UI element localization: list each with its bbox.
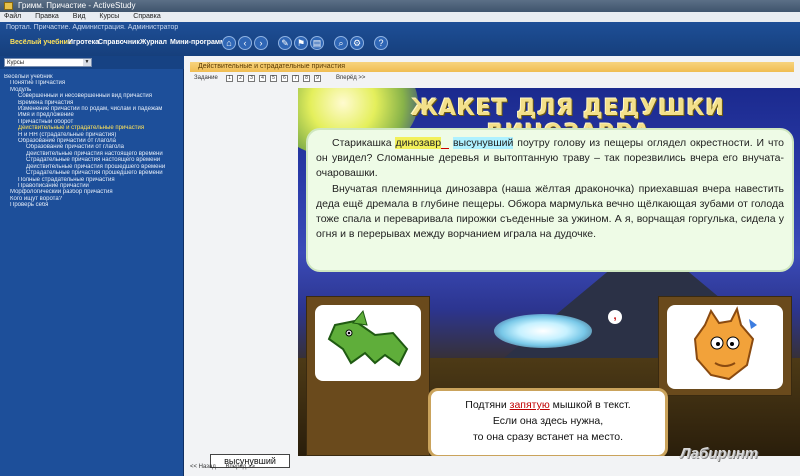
title-bar: Гримм. Причастие - ActiveStudy — [0, 0, 800, 12]
task-page-button[interactable]: 7 — [292, 75, 299, 82]
highlight-participle: высунувший — [452, 137, 514, 149]
forward-icon[interactable]: › — [254, 36, 268, 50]
tab-mini-program[interactable]: Мини-программа — [170, 39, 229, 46]
magic-glow — [494, 314, 592, 348]
dino-picture-box — [658, 296, 792, 396]
highlight-comma-word: запятую — [509, 399, 550, 411]
menu-bar: Файл Правка Вид Курсы Справка — [0, 12, 800, 22]
instruction-line-3: то она сразу встанет на место. — [472, 431, 624, 443]
text-run: Подтяни — [465, 399, 510, 411]
task-page-button[interactable]: 4 — [259, 75, 266, 82]
sidebar: Курсы ▼ Весёлый учебник Понятие Причасти… — [0, 56, 184, 476]
paragraph-1: Старикашка динозавр высунувший поутру го… — [316, 136, 784, 182]
task-page-button[interactable]: 6 — [281, 75, 288, 82]
course-select[interactable]: Курсы ▼ — [4, 58, 92, 67]
exercise-stage: ЖАКЕТ ДЛЯ ДЕДУШКИ ДИНОЗАВРА Старикашка д… — [298, 88, 800, 456]
sidebar-header: Курсы ▼ — [0, 56, 184, 69]
chevron-down-icon[interactable]: ▼ — [83, 59, 91, 66]
exercise-text: Старикашка динозавр высунувший поутру го… — [306, 128, 794, 272]
home-icon[interactable]: ⌂ — [222, 36, 236, 50]
bottom-nav: << Назад Вперёд >> — [190, 462, 310, 472]
task-page-button[interactable]: 3 — [248, 75, 255, 82]
watermark-logo: Лабиринт — [680, 445, 759, 462]
help-icon[interactable]: ? — [374, 36, 388, 50]
course-select-value: Курсы — [7, 60, 25, 66]
draggable-comma[interactable]: , — [608, 310, 622, 324]
bookmark-icon[interactable]: ⚑ — [294, 36, 308, 50]
tree-item[interactable]: Страдательные причастия прошедшего време… — [4, 170, 182, 176]
instruction-line-1: Подтяни запятую мышкой в текст. — [431, 397, 665, 413]
next-task-link[interactable]: Вперёд >> — [336, 74, 365, 83]
tab-reference[interactable]: Справочник — [98, 39, 140, 46]
back-icon[interactable]: ‹ — [238, 36, 252, 50]
tab-games[interactable]: Игротека — [68, 39, 99, 46]
text-run: мышкой в текст. — [549, 399, 631, 411]
next-link[interactable]: Вперёд >> — [226, 464, 255, 470]
content-panel: Действительные и страдательные причастия… — [184, 56, 800, 476]
instruction-line-2: Если она здесь нужна, — [492, 415, 604, 427]
settings-icon[interactable]: ⚙ — [350, 36, 364, 50]
menu-item-help[interactable]: Справка — [133, 13, 160, 20]
tree-item[interactable]: Проверь себя — [4, 202, 182, 208]
search-icon[interactable]: ⌕ — [334, 36, 348, 50]
task-page-button[interactable]: 2 — [237, 75, 244, 82]
menu-item-edit[interactable]: Правка — [35, 13, 59, 20]
app-icon — [4, 2, 13, 10]
tab-journal[interactable]: Журнал — [140, 39, 167, 46]
window-title: Гримм. Причастие - ActiveStudy — [18, 1, 136, 10]
instruction-card: Подтяни запятую мышкой в текст. Если она… — [428, 388, 668, 456]
task-page-button[interactable]: 1 — [226, 75, 233, 82]
tab-fun-textbook[interactable]: Весёлый учебник — [10, 39, 71, 46]
highlight-noun: динозавр — [395, 137, 442, 149]
dragon-image — [315, 305, 421, 381]
app-header: Портал. Причастие. Администрация. Админи… — [0, 22, 800, 56]
paragraph-2: Внучатая племянница динозавра (наша жёлт… — [316, 182, 784, 241]
task-nav: Задание 1 2 3 4 5 6 7 8 9 Вперёд >> — [190, 74, 794, 83]
task-page-button[interactable]: 9 — [314, 75, 321, 82]
header-subtitle: Портал. Причастие. Администрация. Админи… — [6, 24, 179, 31]
lesson-topic: Действительные и страдательные причастия — [190, 62, 794, 72]
task-page-button[interactable]: 5 — [270, 75, 277, 82]
menu-item-view[interactable]: Вид — [73, 13, 86, 20]
menu-item-courses[interactable]: Курсы — [99, 13, 119, 20]
prev-link[interactable]: << Назад — [190, 464, 216, 470]
menu-item-file[interactable]: Файл — [4, 13, 21, 20]
tree-item[interactable]: Страдательные причастия настоящего време… — [4, 157, 182, 163]
task-nav-label: Задание — [194, 75, 218, 81]
tools-icon[interactable]: ✎ — [278, 36, 292, 50]
course-tree: Весёлый учебник Понятие Причастия Модуль… — [4, 74, 182, 209]
text-run: Старикашка — [332, 137, 396, 149]
comma-drop-target[interactable] — [441, 138, 450, 149]
print-icon[interactable]: ▤ — [310, 36, 324, 50]
app-window: Гримм. Причастие - ActiveStudy Файл Прав… — [0, 0, 800, 476]
dino-image — [667, 305, 783, 389]
dragon-picture-box — [306, 296, 430, 456]
task-page-button[interactable]: 8 — [303, 75, 310, 82]
